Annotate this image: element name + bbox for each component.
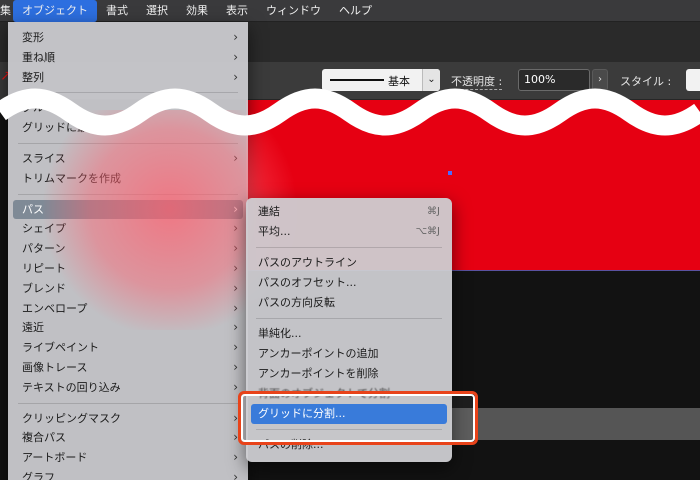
- menu-separator: [18, 193, 238, 195]
- chevron-right-icon: ›: [233, 469, 238, 480]
- menu-item-label: スライス: [22, 151, 66, 165]
- menu-separator: [18, 142, 238, 144]
- object-menu-item-14[interactable]: ブレンド ›: [8, 279, 248, 299]
- object-menu-item-8[interactable]: トリムマークを作成: [8, 169, 248, 189]
- menubar-item-0[interactable]: 集: [0, 0, 13, 22]
- highlight-callout-inner: [241, 394, 475, 442]
- torn-edge-overlay: [0, 88, 700, 136]
- menu-separator: [256, 318, 442, 319]
- object-menu-item-12[interactable]: パターン ›: [8, 239, 248, 259]
- menu-item-label: ブレンド: [22, 281, 66, 295]
- object-menu-item-13[interactable]: リピート ›: [8, 259, 248, 279]
- object-menu-item-18[interactable]: 画像トレース ›: [8, 358, 248, 378]
- object-menu-item-1[interactable]: 重ね順 ›: [8, 48, 248, 68]
- menu-item-label: パス: [22, 202, 44, 216]
- menu-separator: [256, 247, 442, 248]
- path-submenu-item-5[interactable]: パスの方向反転: [246, 293, 452, 313]
- chevron-right-icon: ›: [233, 280, 238, 295]
- menu-item-label: 単純化...: [258, 327, 302, 340]
- menu-item-label: リピート: [22, 261, 66, 275]
- menubar-item-4[interactable]: 効果: [177, 0, 217, 22]
- menu-item-label: パスのアウトライン: [258, 256, 357, 269]
- menu-item-label: アートボード: [22, 451, 88, 465]
- chevron-right-icon: ›: [233, 30, 238, 44]
- object-menu-item-21[interactable]: クリッピングマスク ›: [8, 409, 248, 429]
- chevron-right-icon: ›: [233, 241, 238, 256]
- path-submenu-item-3[interactable]: パスのアウトライン: [246, 253, 452, 273]
- path-submenu-item-7[interactable]: 単純化...: [246, 324, 452, 344]
- menubar-item-2[interactable]: 書式: [97, 0, 137, 22]
- object-menu-item-0[interactable]: 変形 ›: [8, 28, 248, 48]
- menu-item-label: 遠近: [22, 321, 44, 335]
- chevron-right-icon: ›: [233, 340, 238, 355]
- chevron-right-icon: ›: [233, 320, 238, 335]
- menu-item-label: アンカーポイントを削除: [258, 367, 379, 380]
- stroke-preview-line: [330, 79, 384, 81]
- object-menu-item-22[interactable]: 複合パス ›: [8, 428, 248, 448]
- menu-item-label: アンカーポイントの追加: [258, 347, 379, 360]
- menubar-item-7[interactable]: ヘルプ: [330, 0, 381, 22]
- gray-artwork-band: [450, 408, 700, 440]
- chevron-right-icon: ›: [233, 201, 238, 216]
- menu-item-label: クリッピングマスク: [22, 411, 121, 425]
- menu-item-label: 複合パス: [22, 431, 66, 445]
- menu-item-label: トリムマークを作成: [22, 171, 121, 185]
- object-menu-item-17[interactable]: ライブペイント ›: [8, 338, 248, 358]
- object-menu-item-24[interactable]: グラフ ›: [8, 468, 248, 480]
- path-submenu-item-0[interactable]: 連結 ⌘J: [246, 202, 452, 222]
- menubar-item-5[interactable]: 表示: [217, 0, 257, 22]
- path-submenu-item-4[interactable]: パスのオフセット...: [246, 273, 452, 293]
- object-menu-item-10[interactable]: パス ›: [13, 199, 243, 220]
- menu-item-label: パスの方向反転: [258, 296, 335, 309]
- chevron-right-icon: ›: [233, 450, 238, 465]
- menu-bar: 集オブジェクト 書式 選択 効果 表示 ウィンドウ ヘルプ: [0, 0, 700, 22]
- menu-item-label: 連結: [258, 205, 280, 218]
- object-menu-item-23[interactable]: アートボード ›: [8, 448, 248, 468]
- menubar-item-6[interactable]: ウィンドウ: [257, 0, 330, 22]
- path-submenu-item-1[interactable]: 平均... ⌥⌘J: [246, 222, 452, 242]
- shortcut-label: ⌘J: [427, 206, 440, 217]
- menubar-item-3[interactable]: 選択: [137, 0, 177, 22]
- object-menu-item-7[interactable]: スライス ›: [8, 149, 248, 169]
- menu-separator: [18, 402, 238, 404]
- chevron-right-icon: ›: [233, 300, 238, 315]
- menu-item-label: パターン: [22, 242, 66, 256]
- object-menu-item-11[interactable]: シェイプ ›: [8, 219, 248, 239]
- object-menu-item-16[interactable]: 遠近 ›: [8, 318, 248, 338]
- path-submenu-item-8[interactable]: アンカーポイントの追加: [246, 344, 452, 364]
- menubar-item-1[interactable]: オブジェクト: [13, 0, 97, 22]
- object-menu-item-15[interactable]: エンベロープ ›: [8, 299, 248, 319]
- menu-item-label: シェイプ: [22, 222, 66, 236]
- chevron-right-icon: ›: [233, 221, 238, 236]
- menu-item-label: 平均...: [258, 225, 291, 238]
- path-submenu-item-9[interactable]: アンカーポイントを削除: [246, 364, 452, 384]
- chevron-right-icon: ›: [233, 49, 238, 64]
- menu-item-label: 画像トレース: [22, 360, 88, 374]
- menu-item-label: ライブペイント: [22, 341, 99, 355]
- shortcut-label: ⌥⌘J: [415, 226, 440, 237]
- anchor-point[interactable]: [448, 171, 452, 175]
- chevron-right-icon: ›: [233, 359, 238, 374]
- chevron-right-icon: ›: [233, 260, 238, 275]
- menu-item-label: 重ね順: [22, 50, 55, 64]
- object-menu-item-19[interactable]: テキストの回り込み ›: [8, 378, 248, 398]
- menu-item-label: 変形: [22, 31, 44, 44]
- menu-item-label: エンベロープ: [22, 301, 88, 315]
- chevron-right-icon: ›: [233, 150, 238, 165]
- menu-item-label: グラフ: [22, 470, 55, 480]
- menu-item-label: パスのオフセット...: [258, 276, 357, 289]
- menu-item-label: テキストの回り込み: [22, 380, 121, 394]
